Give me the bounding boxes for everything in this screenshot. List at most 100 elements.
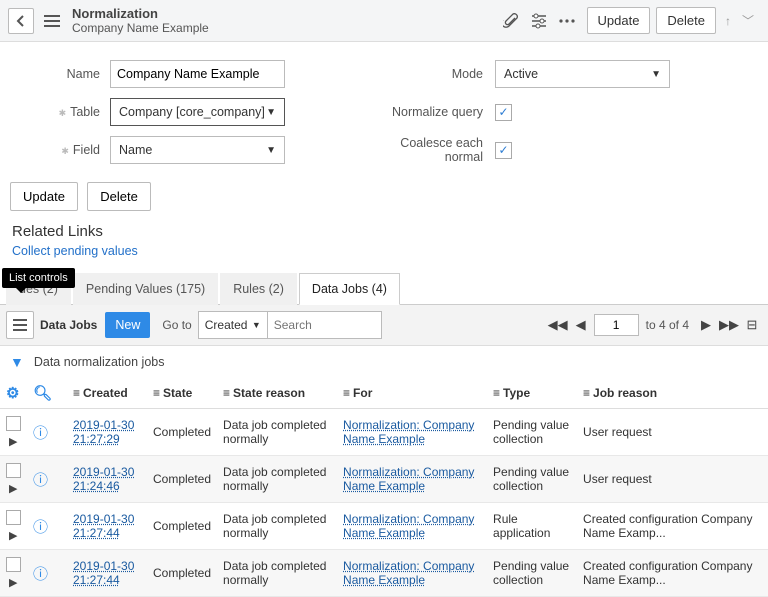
row-checkbox[interactable] <box>6 510 21 525</box>
search-column-icon[interactable]: 🔍︎ <box>33 385 52 402</box>
table-row: ▶ⓘ2019-01-3021:24:46CompletedData job co… <box>0 456 768 503</box>
prev-page-icon[interactable]: ◀ <box>571 315 591 335</box>
tab-data-jobs[interactable]: Data Jobs (4) <box>299 273 400 305</box>
type-cell: Pending value collection <box>487 550 577 597</box>
goto-label: Go to <box>162 318 191 332</box>
tab-rules[interactable]: Rules (2) <box>220 273 297 305</box>
related-links-header: Related Links <box>0 223 768 244</box>
last-page-icon[interactable]: ▶▶ <box>719 315 739 335</box>
row-info-icon[interactable]: ⓘ <box>33 566 48 583</box>
state-cell: Completed <box>147 409 217 456</box>
state-reason-cell: Data job completed normally <box>217 503 337 550</box>
row-info-icon[interactable]: ⓘ <box>33 425 48 442</box>
column-menu-icon[interactable]: ≡ <box>343 386 350 400</box>
search-input[interactable] <box>267 311 382 339</box>
filter-icon[interactable]: ▼ <box>10 354 24 370</box>
data-jobs-table: ⚙ 🔍︎ ≡Created ≡State ≡State reason ≡For … <box>0 378 768 597</box>
next-record-icon[interactable]: ﹀ <box>736 7 760 35</box>
created-link[interactable]: 2019-01-3021:24:46 <box>73 465 134 493</box>
table-value: Company [core_company] <box>119 105 265 119</box>
row-checkbox[interactable] <box>6 557 21 572</box>
new-button[interactable]: New <box>105 312 150 338</box>
tab-pending-values[interactable]: Pending Values (175) <box>73 273 218 305</box>
first-page-icon[interactable]: ◀◀ <box>548 315 568 335</box>
job-reason-cell: Created configuration Company Name Examp… <box>577 550 768 597</box>
row-info-icon[interactable]: ⓘ <box>33 519 48 536</box>
delete-button[interactable]: Delete <box>87 182 151 211</box>
table-select[interactable]: Company [core_company] ▼ <box>110 98 285 126</box>
collect-pending-link[interactable]: Collect pending values <box>0 244 768 272</box>
field-select[interactable]: Name ▼ <box>110 136 285 164</box>
for-link[interactable]: Normalization: Company Name Example <box>343 512 474 540</box>
row-expand-icon[interactable]: ▶ <box>9 483 17 495</box>
next-page-icon[interactable]: ▶ <box>696 315 716 335</box>
for-link[interactable]: Normalization: Company Name Example <box>343 418 474 446</box>
col-type[interactable]: Type <box>503 386 530 400</box>
normalize-query-checkbox[interactable]: ✓ <box>495 104 512 121</box>
col-state[interactable]: State <box>163 386 192 400</box>
created-link[interactable]: 2019-01-3021:27:29 <box>73 418 134 446</box>
for-link[interactable]: Normalization: Company Name Example <box>343 465 474 493</box>
header-update-button[interactable]: Update <box>587 7 651 34</box>
for-link[interactable]: Normalization: Company Name Example <box>343 559 474 587</box>
goto-select[interactable]: Created ▼ <box>198 311 268 339</box>
type-cell: Rule application <box>487 503 577 550</box>
mode-select[interactable]: Active ▼ <box>495 60 670 88</box>
job-reason-cell: User request <box>577 456 768 503</box>
job-reason-cell: Created configuration Company Name Examp… <box>577 503 768 550</box>
personalize-gear-icon[interactable]: ⚙ <box>6 385 19 402</box>
col-for[interactable]: For <box>353 386 372 400</box>
back-button[interactable] <box>8 8 34 34</box>
update-button[interactable]: Update <box>10 182 78 211</box>
mode-value: Active <box>504 67 538 81</box>
pager: ◀◀ ◀ to 4 of 4 ▶ ▶▶ ⊟ <box>548 314 762 336</box>
column-menu-icon[interactable]: ≡ <box>223 386 230 400</box>
row-expand-icon[interactable]: ▶ <box>9 530 17 542</box>
table-row: ▶ ⓘ 2019-01-3021:27:44 CompletedData job co… <box>0 503 768 550</box>
list-title: Data Jobs <box>40 318 97 332</box>
state-cell: Completed <box>147 503 217 550</box>
created-link[interactable]: 2019-01-3021:27:44 <box>73 512 134 540</box>
table-row: ▶ⓘ2019-01-3021:27:29CompletedData job co… <box>0 409 768 456</box>
coalesce-checkbox[interactable]: ✓ <box>495 142 512 159</box>
table-label: Table <box>10 105 110 119</box>
context-menu-icon[interactable] <box>40 9 64 33</box>
mode-label: Mode <box>360 67 495 81</box>
form-header: Normalization Company Name Example Updat… <box>0 0 768 42</box>
field-value: Name <box>119 143 152 157</box>
list-menu-button[interactable] <box>6 311 34 339</box>
state-cell: Completed <box>147 456 217 503</box>
col-state-reason[interactable]: State reason <box>233 386 305 400</box>
job-reason-cell: User request <box>577 409 768 456</box>
chevron-down-icon: ▼ <box>252 320 261 330</box>
settings-slider-icon[interactable] <box>525 7 553 35</box>
created-link[interactable]: 2019-01-3021:27:44 <box>73 559 134 587</box>
column-menu-icon[interactable]: ≡ <box>583 386 590 400</box>
collapse-icon[interactable]: ⊟ <box>742 315 762 335</box>
table-row: ▶ⓘ2019-01-3021:27:44CompletedData job co… <box>0 550 768 597</box>
attachment-icon[interactable] <box>497 7 525 35</box>
row-checkbox[interactable] <box>6 463 21 478</box>
row-info-icon[interactable]: ⓘ <box>33 472 48 489</box>
type-cell: Pending value collection <box>487 409 577 456</box>
col-job-reason[interactable]: Job reason <box>593 386 657 400</box>
more-options-icon[interactable] <box>553 7 581 35</box>
column-menu-icon[interactable]: ≡ <box>153 386 160 400</box>
row-checkbox[interactable] <box>6 416 21 431</box>
row-expand-icon[interactable]: ▶ <box>9 436 17 448</box>
name-label: Name <box>10 67 110 81</box>
form-body: Name Mode Active ▼ Table Company [core_c… <box>0 42 768 182</box>
header-delete-button[interactable]: Delete <box>656 7 716 34</box>
page-input[interactable] <box>594 314 639 336</box>
chevron-down-icon: ▼ <box>651 69 661 80</box>
row-expand-icon[interactable]: ▶ <box>9 577 17 589</box>
column-menu-icon[interactable]: ≡ <box>493 386 500 400</box>
filter-breadcrumb: ▼ Data normalization jobs <box>0 346 768 378</box>
name-field[interactable] <box>110 60 285 88</box>
goto-value: Created <box>205 318 248 332</box>
filter-text[interactable]: Data normalization jobs <box>34 355 165 369</box>
normalize-query-label: Normalize query <box>360 105 495 119</box>
chevron-down-icon: ▼ <box>266 145 276 156</box>
column-menu-icon[interactable]: ≡ <box>73 386 80 400</box>
col-created[interactable]: Created <box>83 386 128 400</box>
